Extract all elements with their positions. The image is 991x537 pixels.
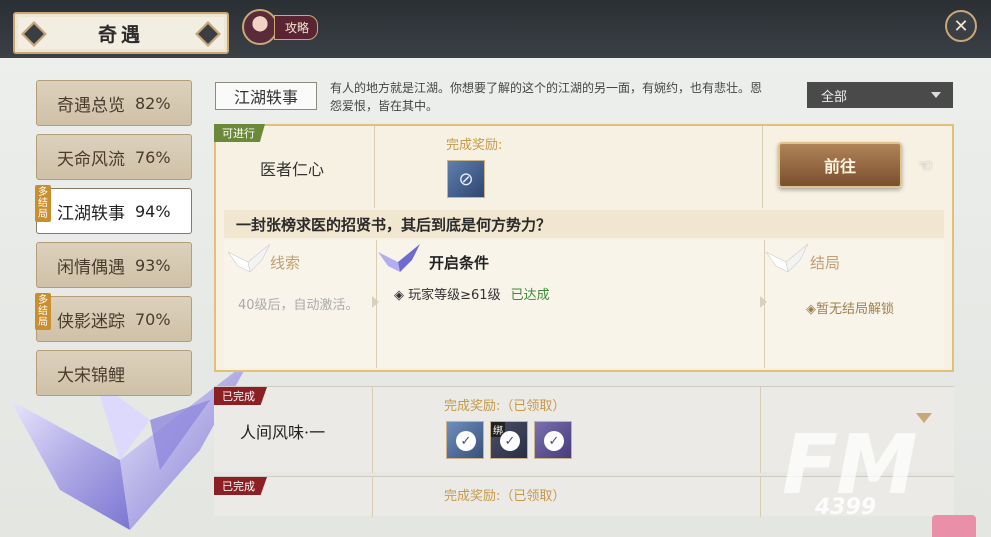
category-description: 有人的地方就是江湖。你想要了解的这个的江湖的另一面，有婉约，也有悲壮。恩怨爱恨，… — [330, 81, 763, 113]
filter-selected-value: 全部 — [821, 89, 848, 105]
clue-text: 40级后，自动激活。 — [238, 298, 359, 313]
sidebar-item-overview[interactable]: 奇遇总览 82% — [36, 80, 192, 126]
adventure-details: 线索 40级后，自动激活。 开启条件 ◈ 玩家等级≥61级 已达成 结局 ◈暂无结… — [224, 240, 944, 368]
close-button[interactable]: ✕ — [945, 10, 977, 42]
title-plaque: 奇遇 — [13, 12, 229, 54]
sidebar-item-label: 江湖轶事 — [57, 203, 125, 224]
reward-item-icon[interactable]: ✓ — [446, 421, 484, 459]
condition-row: ◈ 玩家等级≥61级 已达成 — [394, 284, 550, 303]
crane-icon — [766, 243, 808, 272]
multi-ending-badge: 多结局 — [35, 293, 51, 330]
reward-item-icon[interactable]: 绑 ✓ — [490, 421, 528, 459]
guide-button[interactable]: 攻略 — [242, 9, 319, 45]
knot-ornament-icon — [21, 21, 47, 47]
divider — [762, 126, 763, 208]
divider — [764, 240, 765, 368]
filter-dropdown[interactable]: 全部 — [807, 82, 953, 108]
character-avatar-icon — [242, 9, 278, 45]
reward-label: 完成奖励: — [446, 138, 503, 153]
checkmark-icon: ✓ — [500, 431, 520, 451]
crane-icon — [378, 244, 420, 272]
condition-text: 玩家等级≥61级 — [408, 288, 501, 303]
tv-icon — [932, 515, 976, 537]
sidebar-item-leisure[interactable]: 闲情偶遇 93% — [36, 242, 192, 288]
divider — [760, 387, 761, 473]
diamond-bullet-icon: ◈ — [394, 288, 409, 303]
sidebar-item-jianghu[interactable]: 多结局 江湖轶事 94% — [35, 185, 192, 234]
clue-title: 线索 — [270, 254, 301, 272]
sidebar-item-destiny[interactable]: 天命风流 76% — [36, 134, 192, 180]
chevron-down-icon — [931, 92, 941, 98]
expand-arrow-icon[interactable] — [916, 413, 932, 423]
condition-title: 开启条件 — [429, 254, 490, 272]
reward-item-icon[interactable]: ⊘ — [447, 160, 485, 198]
sidebar-item-percent: 82% — [135, 93, 171, 113]
condition-status: 已达成 — [510, 288, 550, 303]
sidebar-item-label: 闲情偶遇 — [57, 257, 125, 278]
divider — [376, 240, 377, 368]
divider — [760, 477, 761, 517]
adventure-name: 医者仁心 — [260, 160, 325, 179]
ending-row: ◈暂无结局解锁 — [806, 298, 894, 317]
adventure-card-open: 可进行 医者仁心 完成奖励: ⊘ 前往 ☜ 一封张榜求医的招贤书，其后到底是何方… — [214, 124, 954, 372]
multi-ending-badge: 多结局 — [35, 185, 51, 222]
reward-item-icon[interactable]: ✓ — [534, 421, 572, 459]
status-badge: 已完成 — [214, 477, 267, 495]
sidebar-item-koi[interactable]: 大宋锦鲤 — [36, 350, 192, 396]
pointer-hand-icon: ☜ — [918, 156, 933, 175]
diamond-bullet-icon: ◈ — [806, 302, 816, 317]
ending-title: 结局 — [810, 254, 841, 272]
status-badge: 已完成 — [214, 387, 267, 405]
page-title: 奇遇 — [97, 23, 144, 46]
crane-icon — [228, 243, 270, 272]
sidebar-item-label: 天命风流 — [57, 149, 125, 170]
sidebar-item-percent: 70% — [135, 309, 171, 329]
sidebar-item-label: 奇遇总览 — [57, 95, 125, 116]
top-bar: 奇遇 攻略 ✕ — [0, 0, 991, 58]
ending-text: 暂无结局解锁 — [816, 302, 895, 317]
category-sidebar: 奇遇总览 82% 天命风流 76% 多结局 江湖轶事 94% 闲情偶遇 93% … — [35, 80, 192, 404]
status-badge: 可进行 — [214, 124, 265, 142]
sidebar-item-shadow[interactable]: 多结局 侠影迷踪 70% — [35, 293, 192, 342]
watermark-sub: 4399 — [815, 495, 877, 520]
sidebar-item-label: 侠影迷踪 — [57, 311, 125, 332]
divider — [374, 126, 375, 208]
checkmark-icon: ✓ — [544, 431, 564, 451]
knot-ornament-icon — [195, 21, 221, 47]
sidebar-item-label: 大宋锦鲤 — [57, 365, 125, 386]
sidebar-item-percent: 94% — [135, 201, 171, 221]
reward-label: 完成奖励:（已领取） — [444, 489, 566, 504]
divider — [372, 387, 373, 473]
story-summary: 一封张榜求医的招贤书，其后到底是何方势力？ — [224, 210, 944, 238]
adventure-screen: 奇遇 攻略 ✕ 奇遇总览 82% 天命风流 76% 多结局 江湖轶事 94% 闲… — [0, 0, 991, 537]
reward-label: 完成奖励:（已领取） — [444, 399, 566, 414]
category-heading: 江湖轶事 — [215, 82, 317, 110]
goto-button[interactable]: 前往 — [778, 142, 902, 188]
checkmark-icon: ✓ — [456, 431, 476, 451]
sidebar-item-percent: 93% — [135, 255, 171, 275]
divider — [372, 477, 373, 517]
guide-label: 攻略 — [274, 14, 319, 40]
adventure-name: 人间风味·一 — [240, 423, 326, 442]
sidebar-item-percent: 76% — [135, 147, 171, 167]
close-icon: ✕ — [953, 15, 969, 37]
